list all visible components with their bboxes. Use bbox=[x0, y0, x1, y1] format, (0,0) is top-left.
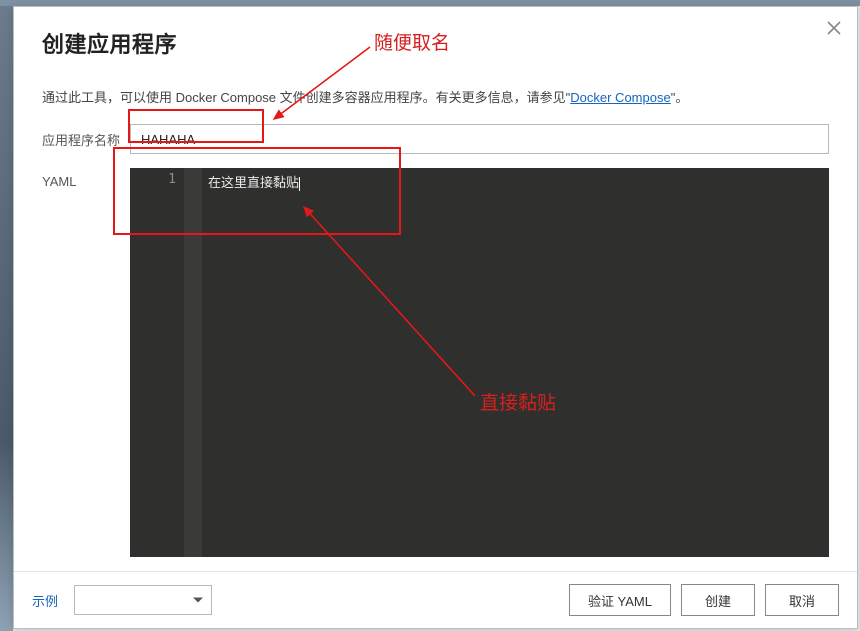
editor-gutter: 1 bbox=[130, 168, 184, 557]
create-application-modal: 创建应用程序 通过此工具，可以使用 Docker Compose 文件创建多容器… bbox=[13, 6, 858, 629]
window-left-edge bbox=[0, 0, 13, 631]
app-name-label: 应用程序名称 bbox=[42, 124, 130, 149]
modal-footer: 示例 验证 YAML 创建 取消 bbox=[14, 571, 857, 628]
modal-body: 通过此工具，可以使用 Docker Compose 文件创建多容器应用程序。有关… bbox=[14, 73, 857, 571]
example-link[interactable]: 示例 bbox=[32, 591, 58, 610]
yaml-label: YAML bbox=[42, 168, 130, 189]
cancel-button[interactable]: 取消 bbox=[765, 584, 839, 616]
desc-before: 通过此工具，可以使用 Docker Compose 文件创建多容器应用程序。有关… bbox=[42, 90, 570, 105]
editor-cursor bbox=[299, 177, 300, 191]
yaml-row: YAML 1 在这里直接黏贴 bbox=[42, 168, 829, 557]
editor-fold-margin bbox=[184, 168, 202, 557]
editor-code-area[interactable]: 在这里直接黏贴 bbox=[202, 168, 829, 557]
app-name-row: 应用程序名称 bbox=[42, 124, 829, 154]
app-name-input[interactable] bbox=[130, 124, 829, 154]
example-select[interactable] bbox=[74, 585, 212, 615]
validate-yaml-button[interactable]: 验证 YAML bbox=[569, 584, 671, 616]
desc-after: "。 bbox=[671, 90, 689, 105]
modal-title: 创建应用程序 bbox=[42, 27, 829, 59]
editor-line-1: 在这里直接黏贴 bbox=[208, 176, 299, 191]
line-number-1: 1 bbox=[130, 172, 176, 187]
docker-compose-link[interactable]: Docker Compose bbox=[570, 90, 670, 105]
close-icon[interactable] bbox=[823, 17, 845, 39]
yaml-editor[interactable]: 1 在这里直接黏贴 bbox=[130, 168, 829, 557]
example-select-wrap bbox=[74, 585, 212, 615]
x-icon bbox=[827, 21, 841, 35]
create-button[interactable]: 创建 bbox=[681, 584, 755, 616]
description-text: 通过此工具，可以使用 Docker Compose 文件创建多容器应用程序。有关… bbox=[42, 87, 829, 106]
modal-header: 创建应用程序 bbox=[14, 7, 857, 73]
